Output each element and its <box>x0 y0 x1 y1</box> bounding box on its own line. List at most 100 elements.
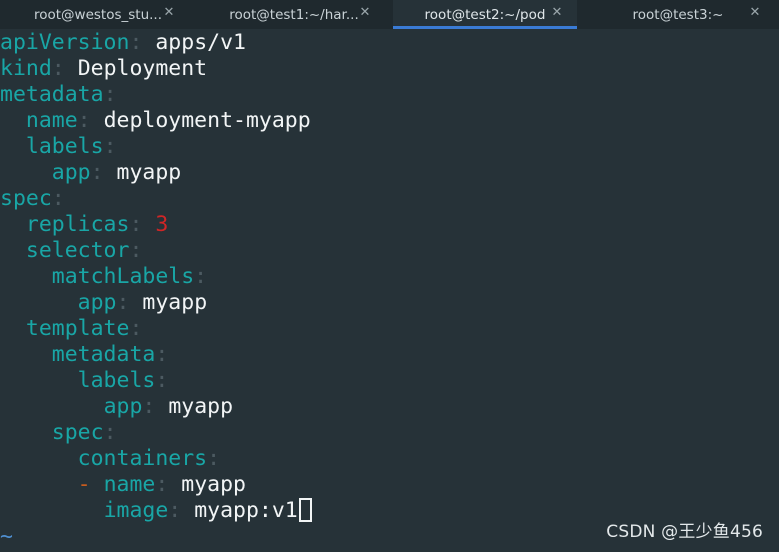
yaml-colon: : <box>194 264 208 289</box>
editor-line: selector: <box>0 238 143 264</box>
yaml-key: app <box>103 394 143 419</box>
yaml-colon: : <box>103 134 117 159</box>
editor-line: containers: <box>0 446 220 472</box>
yaml-value: apps/v1 <box>155 30 246 55</box>
yaml-colon: : <box>90 160 104 185</box>
yaml-colon: : <box>129 316 143 341</box>
close-icon[interactable]: ✕ <box>358 6 372 20</box>
yaml-key: selector <box>25 238 130 263</box>
close-icon[interactable]: ✕ <box>748 6 762 20</box>
yaml-key: app <box>51 160 91 185</box>
yaml-colon: : <box>168 498 182 523</box>
yaml-key: template <box>25 316 130 341</box>
yaml-value: myapp <box>168 394 234 419</box>
terminal-content[interactable]: apiVersion: apps/v1 kind: Deployment metad… <box>0 29 779 552</box>
terminal-window: root@westos_stu... ✕ root@test1:~/har...… <box>0 0 779 552</box>
yaml-colon: : <box>51 56 65 81</box>
text-cursor <box>298 498 312 522</box>
yaml-value: myapp <box>181 472 246 497</box>
yaml-key: labels <box>25 134 104 159</box>
yaml-colon: : <box>129 238 143 263</box>
yaml-key: name <box>25 108 78 133</box>
close-icon[interactable]: ✕ <box>550 6 564 20</box>
editor-line: labels: <box>0 368 169 394</box>
yaml-colon: : <box>155 472 169 497</box>
yaml-key: spec <box>0 186 52 211</box>
yaml-colon: : <box>129 212 143 237</box>
yaml-key: app <box>77 290 117 315</box>
yaml-key: replicas <box>25 212 130 237</box>
yaml-value: myapp <box>116 160 182 185</box>
yaml-colon: : <box>51 186 65 211</box>
editor-line: spec: <box>0 420 117 446</box>
yaml-colon: : <box>155 368 169 393</box>
yaml-colon: : <box>77 108 91 133</box>
watermark: CSDN @王少鱼456 <box>606 522 763 542</box>
yaml-key: image <box>103 498 169 523</box>
tab-label: root@test2:~/pod <box>424 6 546 23</box>
yaml-key: metadata <box>51 342 156 367</box>
yaml-colon: : <box>207 446 221 471</box>
editor-line: metadata: <box>0 342 169 368</box>
yaml-key: apiVersion <box>0 30 130 55</box>
yaml-key: labels <box>77 368 156 393</box>
tab-bar: root@westos_stu... ✕ root@test1:~/har...… <box>0 0 779 29</box>
editor-line: replicas: 3 <box>0 212 168 238</box>
editor-line: metadata: <box>0 82 117 108</box>
editor-line: matchLabels: <box>0 264 207 290</box>
editor-line: apiVersion: apps/v1 <box>0 30 246 56</box>
tab-test1[interactable]: root@test1:~/har... ✕ <box>196 0 392 29</box>
yaml-value: myapp <box>142 290 208 315</box>
tab-test3[interactable]: root@test3:~ ✕ <box>577 0 779 29</box>
close-icon[interactable]: ✕ <box>162 6 176 20</box>
editor-line: - name: myapp <box>0 472 246 498</box>
editor-line: template: <box>0 316 143 342</box>
tab-label: root@westos_stu... <box>33 6 163 23</box>
yaml-key: name <box>103 472 156 497</box>
yaml-colon: : <box>103 82 117 107</box>
yaml-colon: : <box>103 420 117 445</box>
editor-line: app: myapp <box>0 290 207 316</box>
tab-label: root@test1:~/har... <box>229 6 359 23</box>
yaml-key: matchLabels <box>51 264 195 289</box>
editor-line: app: myapp <box>0 394 233 420</box>
yaml-key: kind <box>0 56 52 81</box>
yaml-value: Deployment <box>77 56 208 81</box>
editor-line: image: myapp:v1 <box>0 498 312 524</box>
list-dash: - <box>77 472 104 497</box>
tab-label: root@test3:~ <box>632 6 724 23</box>
yaml-colon: : <box>142 394 156 419</box>
tab-westos[interactable]: root@westos_stu... ✕ <box>0 0 196 29</box>
editor-line: kind: Deployment <box>0 56 207 82</box>
yaml-key: containers <box>77 446 208 471</box>
editor-line: name: deployment-myapp <box>0 108 311 134</box>
editor-line: spec: <box>0 186 65 212</box>
editor-line: labels: <box>0 134 117 160</box>
yaml-colon: : <box>155 342 169 367</box>
yaml-colon: : <box>116 290 130 315</box>
empty-line-marker: ~ <box>0 524 13 549</box>
yaml-key: spec <box>51 420 104 445</box>
yaml-value: deployment-myapp <box>103 108 311 133</box>
yaml-colon: : <box>129 30 143 55</box>
editor-line: app: myapp <box>0 160 181 186</box>
yaml-key: metadata <box>0 82 104 107</box>
yaml-value: 3 <box>155 212 169 237</box>
tab-test2[interactable]: root@test2:~/pod ✕ <box>393 0 577 29</box>
yaml-value: myapp:v1 <box>194 498 298 523</box>
